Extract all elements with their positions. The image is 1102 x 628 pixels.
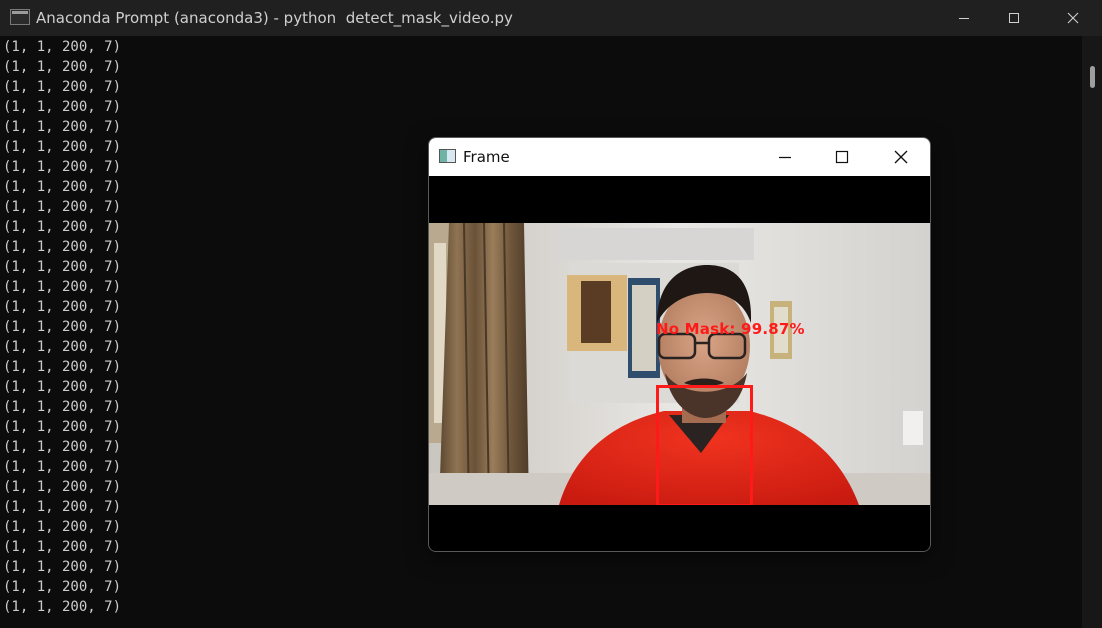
console-line: (1, 1, 200, 7) <box>3 159 122 175</box>
console-line: (1, 1, 200, 7) <box>3 199 122 215</box>
maximize-icon <box>1009 13 1019 23</box>
console-line: (1, 1, 200, 7) <box>3 259 122 275</box>
scrollbar-thumb[interactable] <box>1090 66 1095 88</box>
console-line: (1, 1, 200, 7) <box>3 219 122 235</box>
console-close-button[interactable] <box>1050 0 1096 36</box>
console-line: (1, 1, 200, 7) <box>3 319 122 335</box>
console-scrollbar[interactable] <box>1082 36 1102 628</box>
detection-label: No Mask: 99.87% <box>656 320 805 338</box>
console-line: (1, 1, 200, 7) <box>3 299 122 315</box>
terminal-icon <box>10 9 30 25</box>
console-line: (1, 1, 200, 7) <box>3 599 122 615</box>
frame-canvas: No Mask: 99.87% <box>429 176 930 551</box>
console-line: (1, 1, 200, 7) <box>3 399 122 415</box>
frame-title: Frame <box>463 148 510 166</box>
console-line: (1, 1, 200, 7) <box>3 579 122 595</box>
minimize-icon <box>779 156 791 159</box>
console-line: (1, 1, 200, 7) <box>3 179 122 195</box>
console-title: Anaconda Prompt (anaconda3) - python det… <box>36 9 513 27</box>
maximize-icon <box>835 150 849 164</box>
opencv-window-icon <box>439 149 456 163</box>
console-line: (1, 1, 200, 7) <box>3 59 122 75</box>
console-line: (1, 1, 200, 7) <box>3 479 122 495</box>
face-bounding-box <box>656 385 753 505</box>
webcam-video-feed: No Mask: 99.87% <box>429 223 930 505</box>
console-line: (1, 1, 200, 7) <box>3 239 122 255</box>
frame-minimize-button[interactable] <box>756 138 814 176</box>
console-maximize-button[interactable] <box>991 0 1037 36</box>
frame-titlebar[interactable]: Frame <box>429 138 930 176</box>
console-line: (1, 1, 200, 7) <box>3 339 122 355</box>
console-line: (1, 1, 200, 7) <box>3 459 122 475</box>
console-line: (1, 1, 200, 7) <box>3 119 122 135</box>
console-titlebar[interactable]: Anaconda Prompt (anaconda3) - python det… <box>0 0 1102 36</box>
console-line: (1, 1, 200, 7) <box>3 279 122 295</box>
console-line: (1, 1, 200, 7) <box>3 359 122 375</box>
console-line: (1, 1, 200, 7) <box>3 539 122 555</box>
console-line: (1, 1, 200, 7) <box>3 499 122 515</box>
frame-window[interactable]: Frame No Mask: 99.87% <box>428 137 931 552</box>
console-line: (1, 1, 200, 7) <box>3 99 122 115</box>
frame-close-button[interactable] <box>872 138 930 176</box>
frame-maximize-button[interactable] <box>813 138 871 176</box>
console-line: (1, 1, 200, 7) <box>3 39 122 55</box>
console-line: (1, 1, 200, 7) <box>3 79 122 95</box>
console-line: (1, 1, 200, 7) <box>3 379 122 395</box>
console-line: (1, 1, 200, 7) <box>3 419 122 435</box>
console-minimize-button[interactable] <box>941 0 987 36</box>
console-line: (1, 1, 200, 7) <box>3 519 122 535</box>
close-icon <box>1067 12 1079 24</box>
minimize-icon <box>959 18 969 19</box>
close-icon <box>894 150 908 164</box>
console-line: (1, 1, 200, 7) <box>3 559 122 575</box>
console-line: (1, 1, 200, 7) <box>3 439 122 455</box>
console-output-lines: (1, 1, 200, 7) (1, 1, 200, 7) (1, 1, 200, … <box>3 37 121 617</box>
console-line: (1, 1, 200, 7) <box>3 139 122 155</box>
